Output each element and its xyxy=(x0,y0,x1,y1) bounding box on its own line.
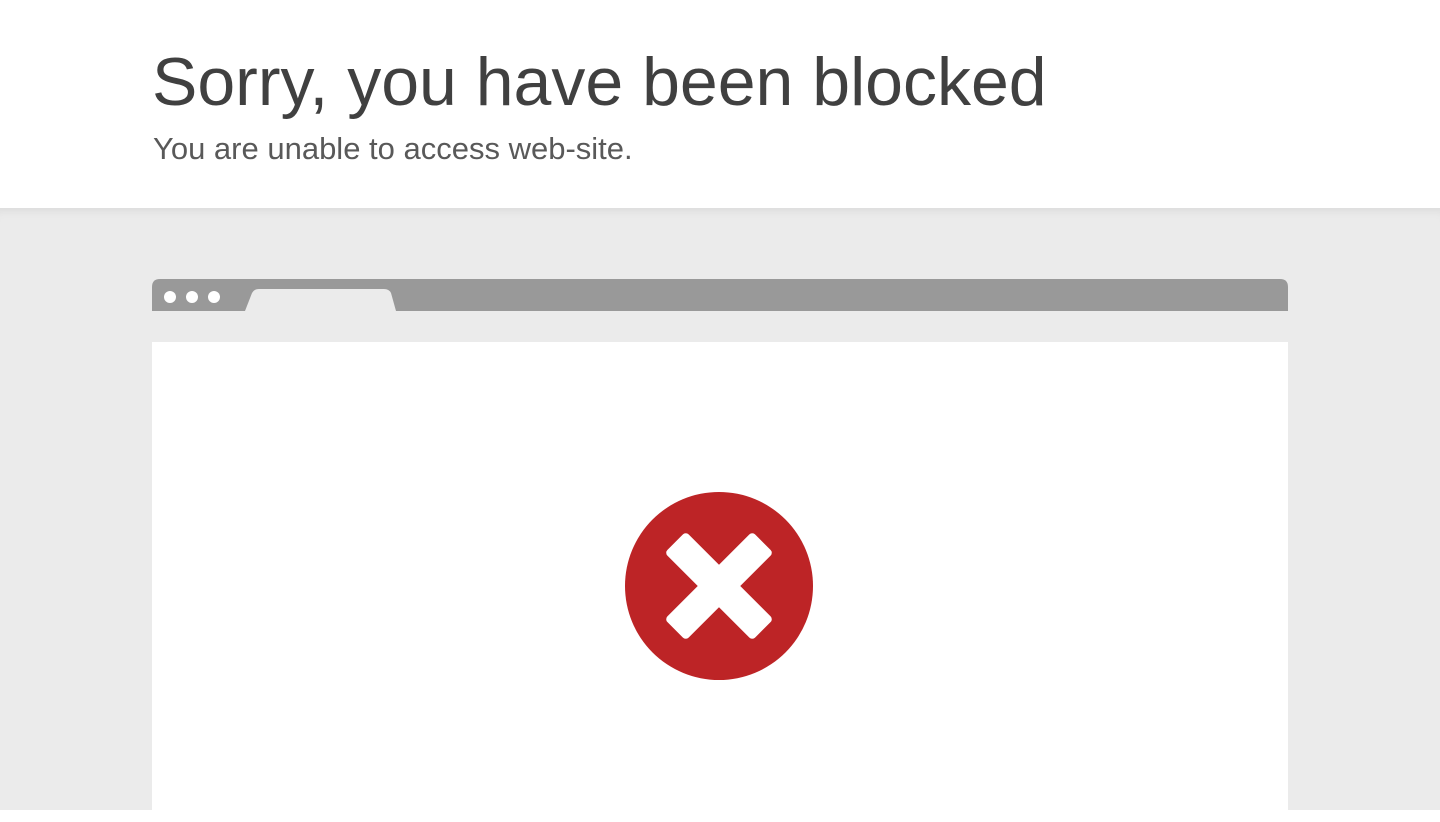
blocked-x-icon xyxy=(624,491,814,681)
three-dots-icon xyxy=(164,291,220,303)
browser-tab-bar xyxy=(152,279,1288,311)
page-title: Sorry, you have been blocked xyxy=(152,44,1047,120)
page-header: Sorry, you have been blocked You are una… xyxy=(0,0,1440,208)
blocked-x-graphic xyxy=(625,492,813,680)
browser-tab xyxy=(245,289,396,311)
page-subtitle: You are unable to access web-site. xyxy=(153,131,633,166)
browser-window xyxy=(152,342,1288,822)
browser-tab-bar-graphic xyxy=(152,279,1288,311)
illustration-area xyxy=(0,208,1440,822)
